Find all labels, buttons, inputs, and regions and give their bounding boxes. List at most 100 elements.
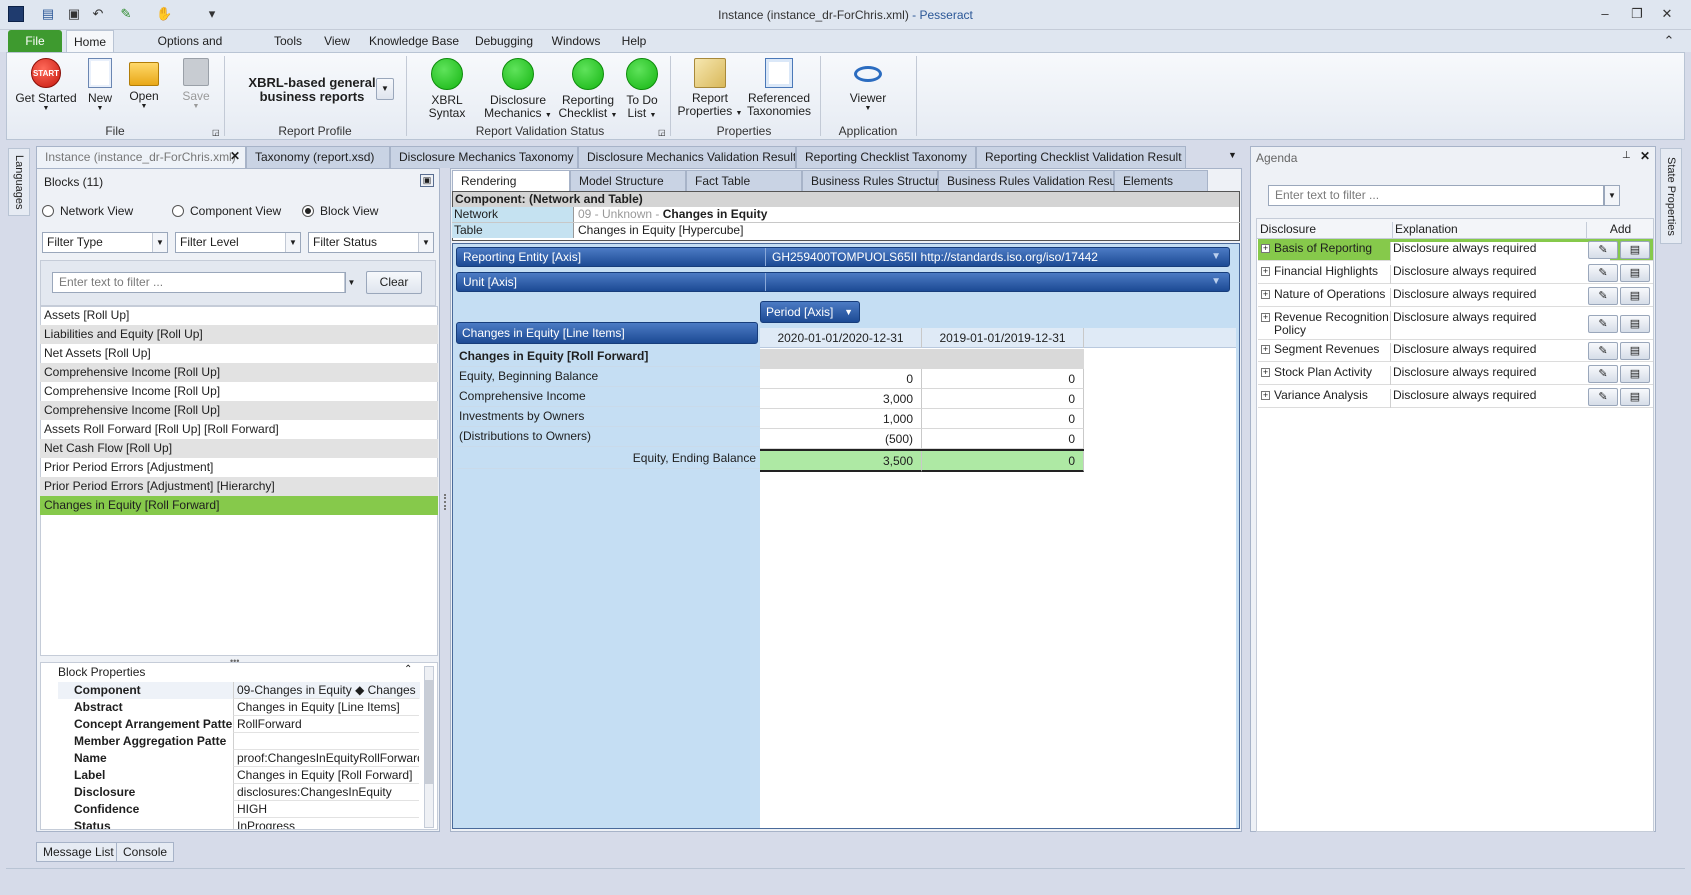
- dialog-launcher-icon[interactable]: ◲: [658, 128, 666, 137]
- search-dropdown-icon[interactable]: ▼: [344, 273, 358, 292]
- state-properties-panel-tab[interactable]: State Properties: [1660, 148, 1682, 244]
- tab-disclosure-mechanics-taxonomy[interactable]: Disclosure Mechanics Taxonomy: [390, 146, 578, 168]
- list-item[interactable]: Net Assets [Roll Up]: [40, 344, 438, 363]
- splitter-grip[interactable]: [444, 494, 447, 510]
- component-view-radio[interactable]: Component View: [172, 204, 281, 218]
- tab-reporting-checklist-taxonomy[interactable]: Reporting Checklist Taxonomy: [796, 146, 976, 168]
- tab-taxonomy[interactable]: Taxonomy (report.xsd): [246, 146, 390, 168]
- property-row[interactable]: Abstract Changes in Equity [Line Items]: [58, 699, 420, 716]
- tab-business-rules-structure[interactable]: Business Rules Structure: [802, 170, 946, 191]
- get-started-button[interactable]: START Get Started ▼: [14, 58, 78, 113]
- tab-model-structure[interactable]: Model Structure: [570, 170, 686, 191]
- dialog-launcher-icon[interactable]: ◲: [212, 128, 220, 137]
- report-profile-dropdown[interactable]: ▼: [376, 78, 394, 100]
- report-properties-button[interactable]: Report Properties ▼: [676, 58, 744, 120]
- list-item-selected[interactable]: Changes in Equity [Roll Forward]: [40, 496, 438, 515]
- wand-icon[interactable]: ✎: [1588, 365, 1618, 383]
- agenda-row[interactable]: + Variance Analysis Disclosure always requ…: [1258, 386, 1653, 408]
- agenda-row[interactable]: + Revenue Recognition Policy Disclosure al…: [1258, 308, 1653, 340]
- list-item[interactable]: Assets [Roll Up]: [40, 306, 438, 325]
- calculator-icon[interactable]: ▤: [1620, 241, 1650, 259]
- wand-icon[interactable]: ✎: [1588, 287, 1618, 305]
- filter-type-select[interactable]: Filter Type ▼: [42, 232, 168, 253]
- pin-icon[interactable]: ⊥: [1622, 150, 1631, 161]
- close-panel-icon[interactable]: ✕: [1640, 149, 1650, 163]
- calculator-icon[interactable]: ▤: [1620, 388, 1650, 406]
- col-header-add[interactable]: Add: [1586, 222, 1654, 239]
- filter-icon[interactable]: ▼: [1211, 248, 1221, 266]
- referenced-taxonomies-button[interactable]: Referenced Taxonomies: [746, 58, 812, 118]
- property-row[interactable]: Confidence HIGH: [58, 801, 420, 818]
- tab-message-list[interactable]: Message List: [36, 842, 121, 862]
- filter-status-select[interactable]: Filter Status ▼: [308, 232, 434, 253]
- col-header-disclosure[interactable]: Disclosure: [1260, 222, 1316, 236]
- tab-disclosure-mechanics-validation[interactable]: Disclosure Mechanics Validation Result: [578, 146, 796, 168]
- file-menu[interactable]: File: [8, 30, 62, 52]
- wand-icon[interactable]: ✎: [1588, 241, 1618, 259]
- expand-icon[interactable]: +: [1261, 290, 1270, 299]
- calculator-icon[interactable]: ▤: [1620, 315, 1650, 333]
- block-view-radio[interactable]: Block View: [302, 204, 378, 218]
- scrollbar-thumb[interactable]: [425, 680, 433, 784]
- col-header-explanation[interactable]: Explanation: [1392, 222, 1458, 239]
- clear-button[interactable]: Clear: [366, 271, 422, 294]
- agenda-search-input[interactable]: Enter text to filter ...: [1268, 185, 1604, 206]
- menu-view[interactable]: View: [318, 30, 356, 52]
- close-tab-icon[interactable]: ✕: [230, 149, 240, 163]
- calculator-icon[interactable]: ▤: [1620, 287, 1650, 305]
- filter-icon[interactable]: ▼: [1211, 273, 1221, 291]
- agenda-search-dropdown-icon[interactable]: ▼: [1604, 185, 1620, 206]
- tab-business-rules-validation[interactable]: Business Rules Validation Results: [938, 170, 1128, 191]
- reporting-checklist-button[interactable]: Reporting Checklist ▼: [556, 58, 620, 122]
- property-row[interactable]: Name proof:ChangesInEquityRollForward: [58, 750, 420, 767]
- languages-panel-tab[interactable]: Languages: [8, 148, 30, 216]
- property-row[interactable]: Concept Arrangement Patte RollForward: [58, 716, 420, 733]
- agenda-row[interactable]: + Nature of Operations Disclosure always r…: [1258, 285, 1653, 307]
- pin-panel-icon[interactable]: ▣: [420, 174, 434, 187]
- viewer-button[interactable]: Viewer ▼: [830, 58, 906, 113]
- blocks-search-input[interactable]: Enter text to filter ...: [52, 272, 346, 293]
- tab-fact-table[interactable]: Fact Table: [686, 170, 802, 191]
- restore-icon[interactable]: ❐: [1630, 7, 1644, 21]
- list-item[interactable]: Liabilities and Equity [Roll Up]: [40, 325, 438, 344]
- ending-value-cell[interactable]: 0: [922, 451, 1084, 472]
- calculator-icon[interactable]: ▤: [1620, 365, 1650, 383]
- close-icon[interactable]: ✕: [1660, 7, 1674, 21]
- expand-icon[interactable]: +: [1261, 313, 1270, 322]
- calculator-icon[interactable]: ▤: [1620, 264, 1650, 282]
- agenda-row[interactable]: + Stock Plan Activity Disclosure always re…: [1258, 363, 1653, 385]
- value-cell[interactable]: 0: [922, 369, 1084, 389]
- list-item[interactable]: Net Cash Flow [Roll Up]: [40, 439, 438, 458]
- property-row[interactable]: Status InProgress: [58, 818, 420, 829]
- menu-help[interactable]: Help: [614, 30, 654, 52]
- collapse-ribbon-icon[interactable]: ⌃: [1662, 34, 1676, 48]
- tab-reporting-checklist-validation[interactable]: Reporting Checklist Validation Result: [976, 146, 1186, 168]
- list-item[interactable]: Comprehensive Income [Roll Up]: [40, 382, 438, 401]
- tab-console[interactable]: Console: [116, 842, 175, 862]
- filter-level-select[interactable]: Filter Level ▼: [175, 232, 301, 253]
- expand-icon[interactable]: +: [1261, 267, 1270, 276]
- tab-instance[interactable]: Instance (instance_dr-ForChris.xml): [36, 146, 246, 168]
- property-row[interactable]: Disclosure disclosures:ChangesInEquity: [58, 784, 420, 801]
- agenda-row[interactable]: + Basis of Reporting Disclosure always req…: [1258, 239, 1653, 261]
- value-cell[interactable]: 3,000: [760, 389, 922, 409]
- menu-options[interactable]: Options and Preferences: [124, 30, 256, 70]
- expand-icon[interactable]: +: [1261, 391, 1270, 400]
- disclosure-mechanics-button[interactable]: Disclosure Mechanics ▼: [484, 58, 552, 122]
- list-item[interactable]: Comprehensive Income [Roll Up]: [40, 363, 438, 382]
- tab-rendering[interactable]: Rendering: [452, 170, 570, 191]
- list-item[interactable]: Assets Roll Forward [Roll Up] [Roll Forw…: [40, 420, 438, 439]
- menu-tools[interactable]: Tools: [268, 30, 308, 52]
- save-button[interactable]: Save ▼: [178, 58, 214, 111]
- value-cell[interactable]: 1,000: [760, 409, 922, 429]
- expand-icon[interactable]: +: [1261, 368, 1270, 377]
- list-item[interactable]: Prior Period Errors [Adjustment]: [40, 458, 438, 477]
- new-button[interactable]: New ▼: [84, 58, 116, 113]
- ending-value-cell[interactable]: 3,500: [760, 451, 922, 472]
- wand-icon[interactable]: ✎: [1588, 388, 1618, 406]
- menu-home[interactable]: Home: [66, 30, 114, 53]
- menu-debugging[interactable]: Debugging: [472, 30, 536, 52]
- tab-list-dropdown-icon[interactable]: ▼: [1228, 150, 1237, 160]
- value-cell[interactable]: (500): [760, 429, 922, 449]
- unit-axis[interactable]: Unit [Axis] ▼: [456, 272, 1230, 292]
